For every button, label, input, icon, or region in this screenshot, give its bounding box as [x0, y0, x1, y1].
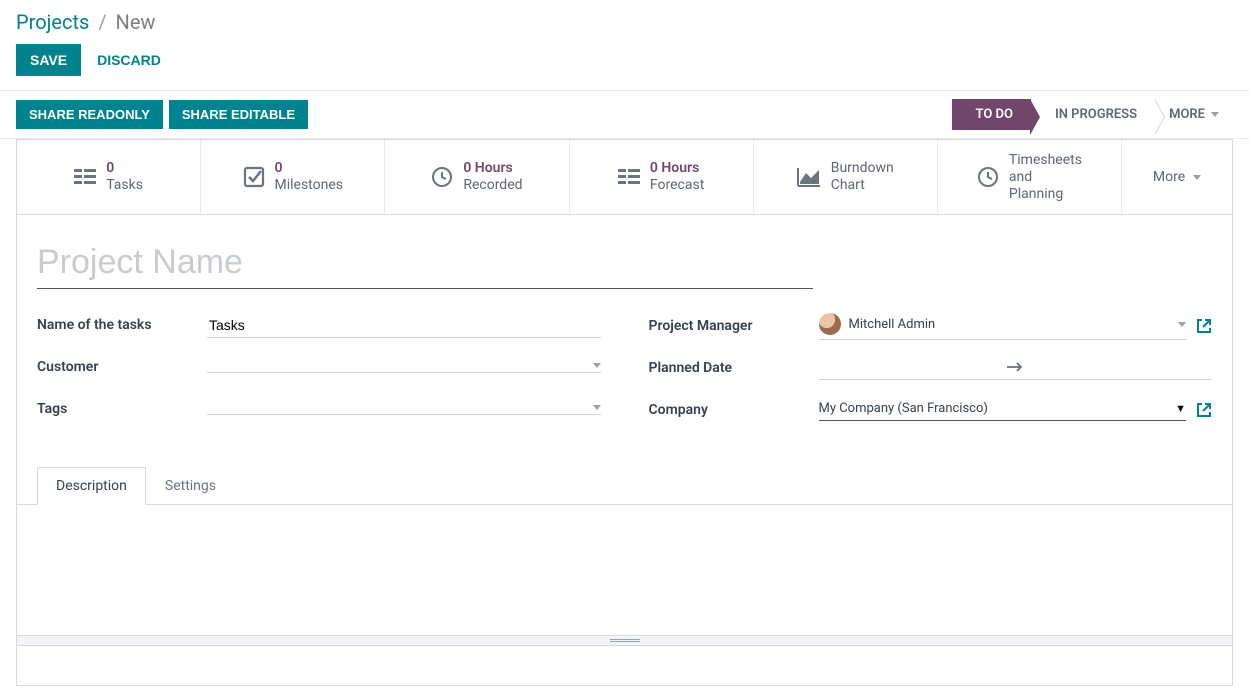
- stage-bar: TO DO IN PROGRESS MORE: [952, 99, 1233, 130]
- external-link-icon[interactable]: [1196, 402, 1212, 418]
- area-chart-icon: [797, 167, 821, 187]
- clock-icon: [431, 166, 453, 188]
- breadcrumb-sep: /: [98, 10, 106, 34]
- stat-more[interactable]: More: [1122, 140, 1232, 214]
- breadcrumb-current: New: [116, 10, 156, 34]
- avatar: [819, 313, 841, 335]
- stage-todo[interactable]: TO DO: [952, 99, 1031, 130]
- stat-ts-l3: Planning: [1009, 186, 1082, 203]
- label-company: Company: [649, 402, 819, 418]
- label-tags: Tags: [37, 401, 207, 417]
- label-planned-date: Planned Date: [649, 360, 819, 376]
- discard-button[interactable]: DISCARD: [93, 44, 165, 76]
- breadcrumb: Projects / New: [16, 10, 1233, 34]
- caret-down-icon: [1193, 175, 1201, 180]
- resize-handle[interactable]: [16, 636, 1233, 646]
- stat-more-label: More: [1153, 169, 1185, 185]
- label-customer: Customer: [37, 359, 207, 375]
- stat-milestones-label: Milestones: [275, 177, 344, 194]
- caret-down-icon: [1178, 322, 1186, 327]
- tab-description[interactable]: Description: [37, 467, 146, 505]
- stat-milestones[interactable]: 0 Milestones: [201, 140, 385, 214]
- caret-down-icon: [593, 405, 601, 410]
- company-value: My Company (San Francisco): [819, 401, 988, 416]
- tags-select[interactable]: [207, 403, 601, 415]
- company-select[interactable]: My Company (San Francisco) ▼: [819, 399, 1187, 421]
- project-manager-select[interactable]: Mitchell Admin: [819, 311, 1187, 340]
- breadcrumb-root[interactable]: Projects: [16, 10, 89, 34]
- tab-settings[interactable]: Settings: [146, 467, 235, 505]
- external-link-icon[interactable]: [1196, 318, 1212, 334]
- stat-recorded-value: 0 Hours: [463, 160, 522, 177]
- stat-burndown-l1: Burndown: [831, 160, 894, 177]
- caret-down-icon: [593, 363, 601, 368]
- caret-down-icon: ▼: [1175, 402, 1186, 415]
- stat-burndown-l2: Chart: [831, 177, 894, 194]
- clock-icon: [977, 166, 999, 188]
- stage-in-progress[interactable]: IN PROGRESS: [1031, 99, 1155, 130]
- project-name-input[interactable]: [37, 239, 813, 289]
- stat-recorded-label: Recorded: [463, 177, 522, 194]
- tasks-name-input[interactable]: [207, 313, 601, 338]
- chatter-area: [16, 646, 1233, 686]
- stat-timesheets[interactable]: Timesheets and Planning: [938, 140, 1122, 214]
- stat-milestones-value: 0: [275, 160, 344, 177]
- project-manager-value: Mitchell Admin: [849, 317, 936, 332]
- stat-tasks-value: 0: [106, 160, 143, 177]
- stat-hours-recorded[interactable]: 0 Hours Recorded: [385, 140, 569, 214]
- stat-forecast-value: 0 Hours: [650, 160, 704, 177]
- label-project-manager: Project Manager: [649, 318, 819, 334]
- save-button[interactable]: SAVE: [16, 44, 81, 76]
- stat-tasks-label: Tasks: [106, 177, 143, 194]
- check-square-icon: [243, 166, 265, 188]
- stat-hours-forecast[interactable]: 0 Hours Forecast: [570, 140, 754, 214]
- list-icon: [618, 167, 640, 187]
- share-editable-button[interactable]: SHARE EDITABLE: [169, 100, 308, 129]
- date-end-input[interactable]: [1038, 359, 1212, 375]
- stat-forecast-label: Forecast: [650, 177, 704, 194]
- list-icon: [74, 167, 96, 187]
- date-start-input[interactable]: [819, 359, 993, 375]
- stat-burndown[interactable]: Burndown Chart: [754, 140, 938, 214]
- stage-more-label: MORE: [1169, 107, 1205, 122]
- grip-icon: [610, 639, 640, 642]
- stat-tasks[interactable]: 0 Tasks: [17, 140, 201, 214]
- caret-down-icon: [1211, 112, 1219, 117]
- arrow-right-icon: [1006, 362, 1024, 372]
- customer-select[interactable]: [207, 361, 601, 373]
- label-tasks-name: Name of the tasks: [37, 317, 207, 333]
- stage-more[interactable]: MORE: [1155, 99, 1233, 130]
- stat-ts-l1: Timesheets: [1009, 152, 1082, 169]
- planned-date-range[interactable]: [819, 357, 1213, 380]
- description-pane[interactable]: [17, 505, 1232, 635]
- share-readonly-button[interactable]: SHARE READONLY: [16, 100, 163, 129]
- stat-ts-l2: and: [1009, 169, 1082, 186]
